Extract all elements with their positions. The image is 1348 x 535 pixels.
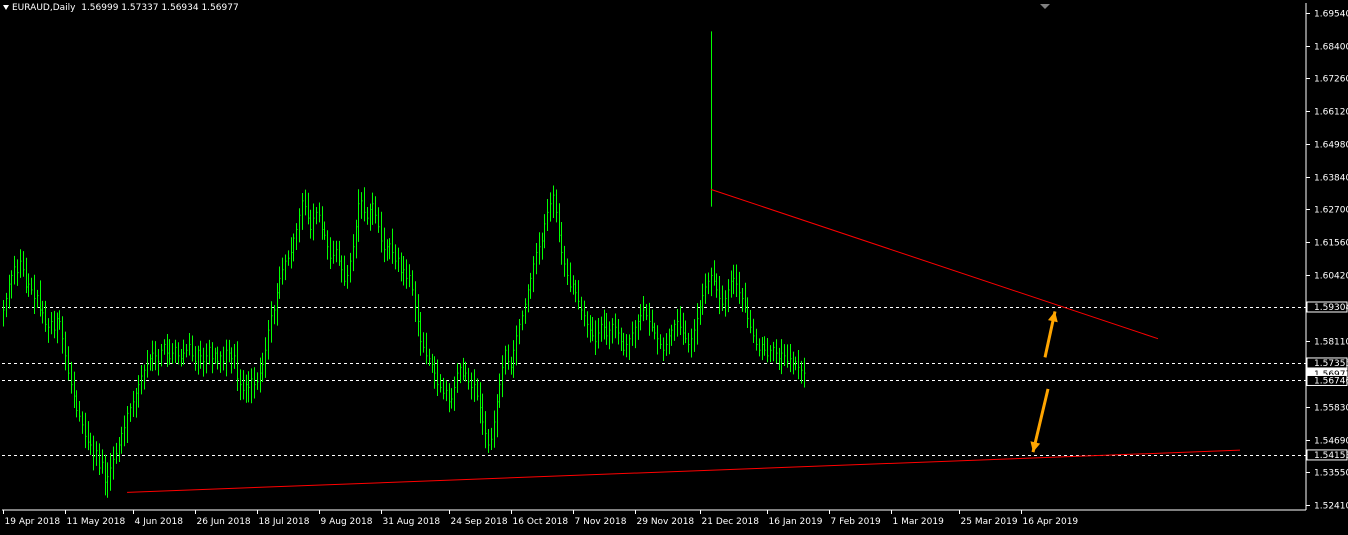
symbol-label: EURAUD,Daily [12,3,76,13]
chart-header: EURAUD,Daily 1.56999 1.57337 1.56934 1.5… [3,3,239,14]
x-tick-label: 11 May 2018 [67,517,126,527]
price-chart[interactable]: 1.69540 1.68400 1.67260 1.66120 1.64980 1.638… [0,0,1348,531]
x-tick-label: 1 Mar 2019 [893,517,945,527]
y-tick-label: 1.60420 [1314,272,1348,282]
price-axis: 1.69540 1.68400 1.67260 1.66120 1.64980 1.638… [1305,3,1348,512]
price-label-text: 1.57355 [1314,359,1348,369]
y-tick-label: 1.52410 [1314,502,1348,512]
price-label-text: 1.56746 [1314,376,1348,386]
dropdown-triangle-icon[interactable] [3,5,9,10]
y-tick-label: 1.69540 [1314,10,1348,20]
x-tick-label: 16 Oct 2018 [513,517,569,527]
x-tick-label: 7 Feb 2019 [831,517,882,527]
x-tick-label: 19 Apr 2018 [5,517,61,527]
y-tick-label: 1.67260 [1314,75,1348,85]
x-tick-label: 9 Aug 2018 [321,517,373,527]
chart-canvas[interactable]: 1.69540 1.68400 1.67260 1.66120 1.64980 1.638… [0,0,1348,531]
arrowhead-icon [1047,311,1058,323]
x-tick-label: 25 Mar 2019 [961,517,1018,527]
scroll-marker-icon[interactable] [1040,4,1050,9]
x-tick-label: 16 Jan 2019 [769,517,823,527]
resistance-trendline[interactable] [710,188,1159,340]
x-tick-label: 26 Jun 2018 [197,517,251,527]
arrow-down-to-support[interactable] [1030,388,1050,453]
candles [3,31,806,498]
x-tick-label: 21 Dec 2018 [702,517,760,527]
y-tick-label: 1.64980 [1314,141,1348,151]
y-tick-label: 1.61560 [1314,239,1348,249]
arrow-up-to-resistance[interactable] [1043,311,1058,358]
ohlc-values: 1.56999 1.57337 1.56934 1.56977 [81,3,239,13]
x-tick-label: 7 Nov 2018 [575,517,627,527]
price-label-text: 1.54153 [1314,451,1348,461]
y-tick-label: 1.55830 [1314,404,1348,414]
price-label: 1.59304 [1306,301,1348,313]
y-tick-label: 1.58110 [1314,338,1348,348]
x-tick-label: 18 Jul 2018 [259,517,310,527]
x-tick-label: 16 Apr 2019 [1023,517,1079,527]
x-tick-label: 4 Jun 2018 [135,517,184,527]
y-tick-label: 1.53550 [1314,469,1348,479]
y-tick-label: 1.54690 [1314,437,1348,447]
x-tick-label: 31 Aug 2018 [383,517,441,527]
price-label-text: 1.59304 [1314,303,1348,313]
price-label: 1.57355 [1306,357,1348,369]
x-tick-label: 24 Sep 2018 [451,517,508,527]
price-label: 1.54153 [1306,449,1348,461]
price-label: 1.56746 [1306,374,1348,386]
y-tick-label: 1.63840 [1314,174,1348,184]
y-tick-label: 1.62700 [1314,206,1348,216]
time-axis: 19 Apr 2018 11 May 2018 4 Jun 2018 26 Jun 2… [2,509,1306,527]
support-trendline[interactable] [127,449,1241,493]
x-tick-label: 29 Nov 2018 [637,517,695,527]
y-tick-label: 1.68400 [1314,43,1348,53]
y-tick-label: 1.66120 [1314,108,1348,118]
arrows[interactable] [1030,311,1058,453]
